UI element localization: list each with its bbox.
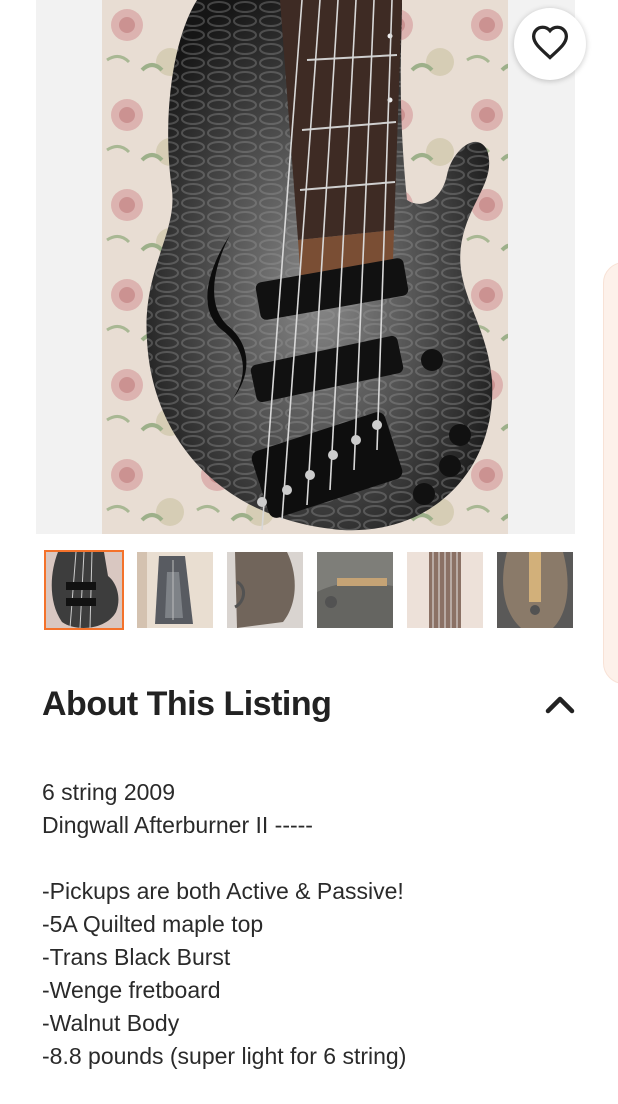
next-panel-peek — [603, 262, 618, 684]
listing-description: 6 string 2009 Dingwall Afterburner II --… — [42, 776, 582, 1073]
hero-image-container[interactable] — [36, 0, 586, 534]
favorite-button[interactable] — [514, 8, 586, 80]
about-listing-title: About This Listing — [42, 684, 332, 723]
description-line — [42, 842, 582, 875]
thumbnail-3[interactable] — [227, 552, 303, 628]
description-line: Dingwall Afterburner II ----- — [42, 812, 313, 838]
thumbnail-1[interactable] — [44, 550, 124, 630]
thumbnail-4[interactable] — [317, 552, 393, 628]
description-line: -8.8 pounds (super light for 6 string) — [42, 1043, 407, 1069]
description-line: -5A Quilted maple top — [42, 911, 264, 937]
description-line: -Walnut Body — [42, 1010, 180, 1036]
thumbnail-5[interactable] — [407, 552, 483, 628]
about-listing-header[interactable]: About This Listing — [42, 676, 576, 732]
chevron-up-icon[interactable] — [544, 688, 576, 720]
description-line: 6 string 2009 — [42, 779, 175, 805]
thumbnail-2[interactable] — [137, 552, 213, 628]
listing-page: About This Listing 6 string 2009 Dingwal… — [0, 0, 618, 1104]
bass-guitar-photo[interactable] — [102, 0, 508, 534]
description-line: -Trans Black Burst — [42, 944, 231, 970]
heart-outline-icon — [530, 24, 570, 65]
thumbnail-6[interactable] — [497, 552, 573, 628]
description-line: -Pickups are both Active & Passive! — [42, 878, 404, 904]
description-line: -Wenge fretboard — [42, 977, 221, 1003]
thumbnail-strip — [44, 550, 574, 630]
